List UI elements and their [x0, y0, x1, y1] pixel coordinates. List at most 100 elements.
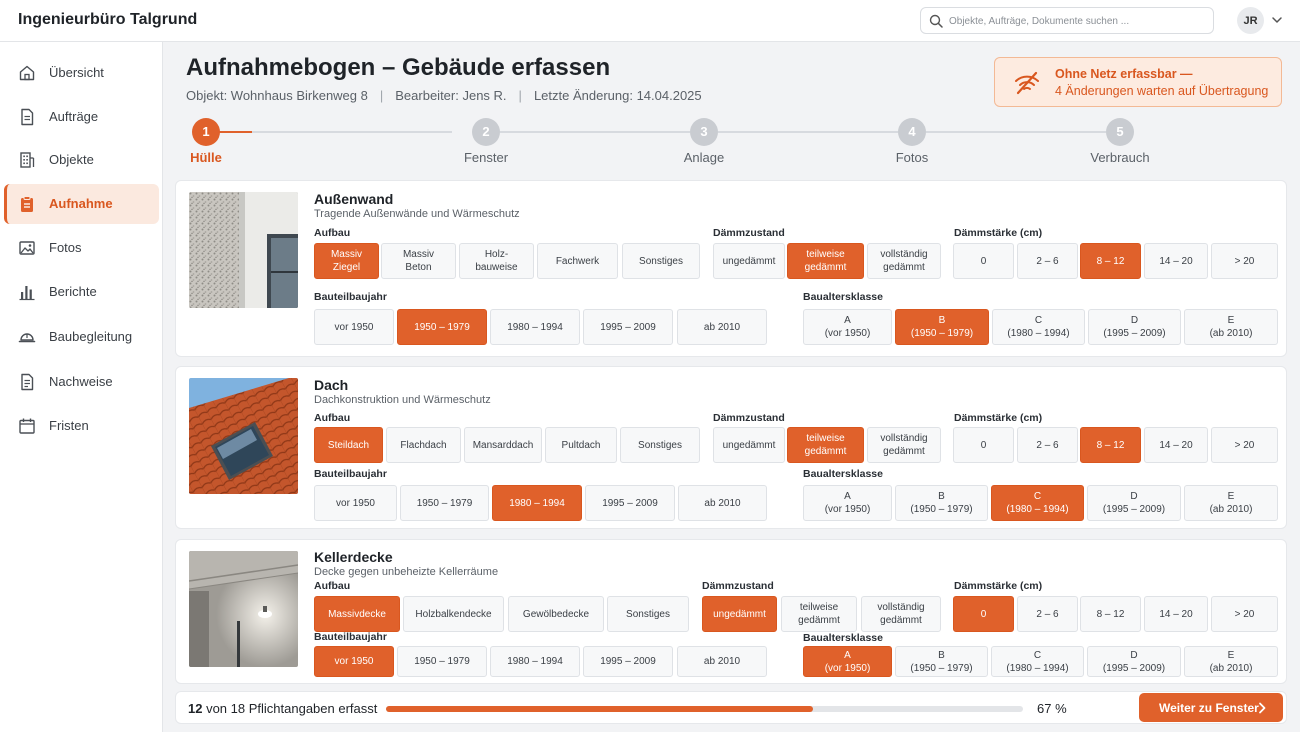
option-button[interactable]: ungedämmt: [713, 243, 785, 279]
option-button[interactable]: 1950 – 1979: [397, 646, 487, 677]
option-button[interactable]: A (vor 1950): [803, 646, 892, 677]
option-button[interactable]: D (1995 – 2009): [1088, 309, 1181, 345]
step-connector: [222, 131, 452, 133]
option-button[interactable]: Holz- bauweise: [459, 243, 534, 279]
option-button[interactable]: B (1950 – 1979): [895, 309, 989, 345]
sidebar-item-label: Berichte: [49, 284, 97, 299]
option-button[interactable]: 0: [953, 243, 1014, 279]
option-button[interactable]: A (vor 1950): [803, 309, 892, 345]
option-button[interactable]: E (ab 2010): [1184, 485, 1278, 521]
sidebar-item-objekte[interactable]: Objekte: [4, 140, 159, 180]
option-button[interactable]: C (1980 – 1994): [992, 309, 1085, 345]
card-aussenwand: Außenwand Tragende Außenwände und Wärmes…: [175, 180, 1287, 357]
option-button[interactable]: 1995 – 2009: [583, 309, 673, 345]
option-button[interactable]: B (1950 – 1979): [895, 646, 988, 677]
option-button[interactable]: 1950 – 1979: [400, 485, 489, 521]
next-button-label: Weiter zu Fenster: [1159, 700, 1259, 715]
option-button[interactable]: > 20: [1211, 596, 1278, 632]
option-button[interactable]: D (1995 – 2009): [1087, 646, 1181, 677]
option-button[interactable]: 2 – 6: [1017, 427, 1078, 463]
calendar-icon: [19, 418, 35, 434]
option-button[interactable]: > 20: [1211, 243, 1278, 279]
option-button[interactable]: ungedämmt: [702, 596, 777, 632]
card-subtitle: Tragende Außenwände und Wärmeschutz: [314, 208, 520, 220]
sidebar-item-auftraege[interactable]: Aufträge: [4, 97, 159, 137]
option-button[interactable]: 1995 – 2009: [585, 485, 675, 521]
option-button[interactable]: Mansarddach: [464, 427, 542, 463]
option-button[interactable]: D (1995 – 2009): [1087, 485, 1181, 521]
chevron-down-icon[interactable]: [1270, 13, 1284, 27]
option-button[interactable]: vor 1950: [314, 646, 394, 677]
top-bar: Ingenieurbüro Talgrund JR: [0, 0, 1300, 42]
option-button[interactable]: teilweise gedämmt: [781, 596, 857, 632]
card-title: Außenwand: [314, 191, 394, 207]
option-button[interactable]: E (ab 2010): [1184, 646, 1278, 677]
option-button[interactable]: > 20: [1211, 427, 1278, 463]
option-button[interactable]: 2 – 6: [1017, 596, 1078, 632]
option-button[interactable]: E (ab 2010): [1184, 309, 1278, 345]
option-button[interactable]: Massivdecke: [314, 596, 400, 632]
option-button[interactable]: 8 – 12: [1080, 243, 1141, 279]
option-button[interactable]: 14 – 20: [1144, 243, 1208, 279]
sidebar-item-label: Nachweise: [49, 374, 113, 389]
option-button[interactable]: 2 – 6: [1017, 243, 1078, 279]
option-button[interactable]: 14 – 20: [1144, 427, 1208, 463]
option-button[interactable]: vollständig gedämmt: [867, 243, 941, 279]
sidebar-item-fristen[interactable]: Fristen: [4, 406, 159, 446]
option-button[interactable]: C (1980 – 1994): [991, 485, 1084, 521]
sidebar-item-uebersicht[interactable]: Übersicht: [4, 53, 159, 93]
sidebar-item-baubegleitung[interactable]: Baubegleitung: [4, 317, 159, 357]
search-box[interactable]: [920, 7, 1214, 34]
option-button[interactable]: teilweise gedämmt: [787, 243, 864, 279]
option-button[interactable]: Massiv Ziegel: [314, 243, 379, 279]
avatar[interactable]: JR: [1237, 7, 1264, 34]
option-button[interactable]: 1995 – 2009: [583, 646, 673, 677]
sidebar-item-label: Aufträge: [49, 109, 99, 124]
search-input[interactable]: [949, 12, 1207, 30]
option-button[interactable]: 1980 – 1994: [490, 309, 580, 345]
option-button[interactable]: 1980 – 1994: [492, 485, 582, 521]
sidebar-item-label: Fristen: [49, 418, 89, 433]
option-button[interactable]: ab 2010: [677, 646, 767, 677]
option-button[interactable]: ab 2010: [678, 485, 767, 521]
next-button[interactable]: Weiter zu Fenster: [1139, 693, 1283, 722]
option-button[interactable]: Flachdach: [386, 427, 461, 463]
option-button[interactable]: A (vor 1950): [803, 485, 892, 521]
option-button[interactable]: Holzbalkendecke: [403, 596, 504, 632]
step-connector: [718, 131, 898, 133]
option-button[interactable]: Fachwerk: [537, 243, 618, 279]
sidebar-item-nachweise[interactable]: Nachweise: [4, 362, 159, 402]
option-button[interactable]: Sonstiges: [622, 243, 700, 279]
no-wifi-icon: [1015, 71, 1039, 95]
option-button[interactable]: vollständig gedämmt: [867, 427, 941, 463]
daemmstaerke-label: Dämmstärke (cm): [954, 580, 1043, 592]
option-button[interactable]: Massiv Beton: [381, 243, 456, 279]
sidebar-item-berichte[interactable]: Berichte: [4, 272, 159, 312]
option-button[interactable]: 0: [953, 427, 1014, 463]
sidebar-item-label: Übersicht: [49, 65, 104, 80]
option-button[interactable]: 1950 – 1979: [397, 309, 487, 345]
option-button[interactable]: 8 – 12: [1080, 427, 1141, 463]
option-button[interactable]: Sonstiges: [607, 596, 689, 632]
card-kellerdecke: Kellerdecke Decke gegen unbeheizte Kelle…: [175, 539, 1287, 684]
option-button[interactable]: ab 2010: [677, 309, 767, 345]
option-button[interactable]: ungedämmt: [713, 427, 785, 463]
option-button[interactable]: Gewölbedecke: [508, 596, 604, 632]
sidebar-item-fotos[interactable]: Fotos: [4, 228, 159, 268]
option-button[interactable]: Sonstiges: [620, 427, 700, 463]
option-button[interactable]: Pultdach: [545, 427, 617, 463]
option-button[interactable]: teilweise gedämmt: [787, 427, 864, 463]
step-number: 2: [472, 118, 500, 146]
option-button[interactable]: vollständig gedämmt: [861, 596, 941, 632]
option-button[interactable]: Steildach: [314, 427, 383, 463]
option-button[interactable]: C (1980 – 1994): [991, 646, 1084, 677]
option-button[interactable]: 8 – 12: [1080, 596, 1141, 632]
option-button[interactable]: 14 – 20: [1144, 596, 1208, 632]
option-button[interactable]: vor 1950: [314, 309, 394, 345]
option-button[interactable]: vor 1950: [314, 485, 397, 521]
option-button[interactable]: 0: [953, 596, 1014, 632]
option-button[interactable]: 1980 – 1994: [490, 646, 580, 677]
sidebar-item-aufnahme[interactable]: Aufnahme: [4, 184, 159, 224]
step-connector: [926, 131, 1106, 133]
option-button[interactable]: B (1950 – 1979): [895, 485, 988, 521]
